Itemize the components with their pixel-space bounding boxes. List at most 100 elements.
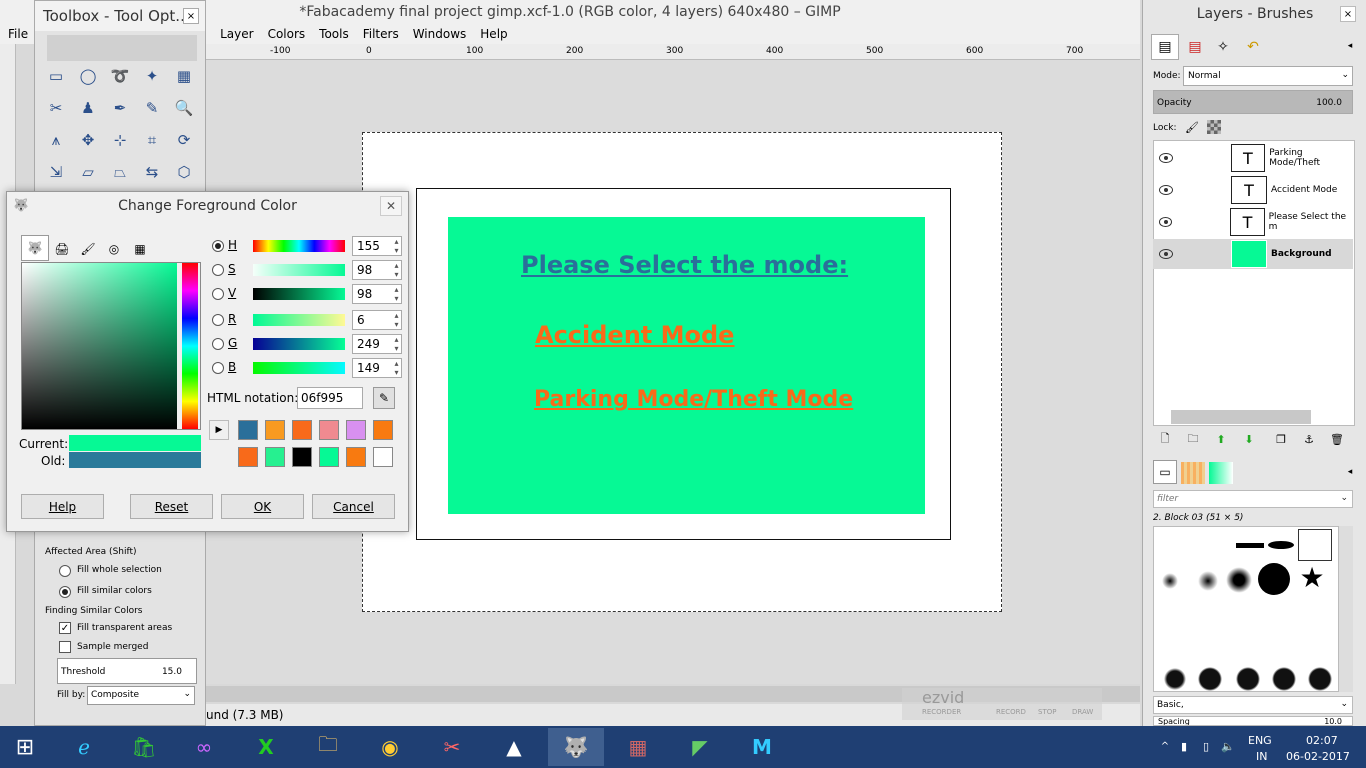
close-icon[interactable]: ×: [183, 8, 199, 24]
gradients-tab-icon[interactable]: [1209, 462, 1233, 484]
new-group-icon[interactable]: 🗀: [1185, 432, 1201, 446]
app-infinity-icon[interactable]: ∞: [176, 728, 232, 766]
fill-transparent-checkbox[interactable]: ✓: [59, 622, 71, 634]
panel-menu-icon[interactable]: ◂: [1344, 40, 1356, 52]
menu-colors[interactable]: Colors: [268, 27, 306, 41]
layers-tab-icon[interactable]: ▤: [1151, 34, 1179, 60]
layer-row[interactable]: T Please Select the m: [1153, 207, 1353, 237]
brushes-tab-icon[interactable]: ▭: [1153, 460, 1177, 484]
brush-selected-icon[interactable]: [1298, 529, 1332, 561]
history-swatch[interactable]: [265, 447, 285, 467]
rect-select-icon[interactable]: ▭: [43, 63, 69, 89]
watercolor-tab-icon[interactable]: 🖌: [75, 237, 101, 261]
eye-icon[interactable]: [1159, 185, 1173, 195]
brush-texture-row[interactable]: [1160, 667, 1332, 691]
sample-merged-checkbox[interactable]: [59, 641, 71, 653]
g-slider[interactable]: [253, 338, 345, 350]
brush-fuzzy-icon[interactable]: [1162, 573, 1178, 589]
horizontal-ruler[interactable]: -100 0 100 200 300 400 500 600 700: [206, 44, 1140, 60]
measure-icon[interactable]: ⩚: [43, 127, 69, 153]
delete-layer-icon[interactable]: 🗑: [1329, 432, 1345, 446]
language-indicator[interactable]: ENG: [1248, 734, 1272, 747]
menu-windows[interactable]: Windows: [413, 27, 467, 41]
menu-tools[interactable]: Tools: [319, 27, 349, 41]
v-slider[interactable]: [253, 288, 345, 300]
color-select-icon[interactable]: ▦: [171, 63, 197, 89]
tray-arrow-icon[interactable]: ^: [1158, 738, 1172, 754]
html-notation-input[interactable]: [297, 387, 363, 409]
network-icon[interactable]: ▮: [1176, 738, 1192, 754]
eye-icon[interactable]: [1159, 153, 1173, 163]
brush-fuzzy-icon[interactable]: [1226, 567, 1252, 593]
layer-row-selected[interactable]: Background: [1153, 239, 1353, 269]
panel-menu-icon[interactable]: ◂: [1344, 466, 1356, 478]
brush-filter-input[interactable]: filter ⌄: [1153, 490, 1353, 508]
store-icon[interactable]: 🛍: [116, 728, 172, 766]
new-layer-icon[interactable]: 🗋: [1157, 432, 1173, 446]
history-swatch[interactable]: [373, 420, 393, 440]
close-icon[interactable]: ×: [1340, 6, 1356, 22]
spacing-slider[interactable]: Spacing 10.0: [1153, 716, 1353, 726]
b-slider[interactable]: [253, 362, 345, 374]
flip-icon[interactable]: ⇆: [139, 159, 165, 185]
anchor-icon[interactable]: ⚓: [1301, 432, 1317, 446]
cancel-button[interactable]: Cancel: [312, 494, 395, 519]
internet-explorer-icon[interactable]: ℯ: [56, 728, 112, 766]
history-swatch[interactable]: [373, 447, 393, 467]
excel-icon[interactable]: X: [238, 728, 294, 766]
history-arrow-icon[interactable]: ▶: [209, 420, 229, 440]
file-explorer-icon[interactable]: 🗀: [300, 728, 356, 766]
menu-filters[interactable]: Filters: [363, 27, 399, 41]
s-slider[interactable]: [253, 264, 345, 276]
r-slider[interactable]: [253, 314, 345, 326]
eye-icon[interactable]: [1159, 217, 1173, 227]
history-swatch[interactable]: [346, 420, 366, 440]
brush-circle-icon[interactable]: [1258, 563, 1290, 595]
lock-pixels-icon[interactable]: 🖌: [1185, 120, 1199, 134]
fuzzy-select-icon[interactable]: ✦: [139, 63, 165, 89]
undo-tab-icon[interactable]: ↶: [1239, 34, 1267, 60]
eyedropper-icon[interactable]: ✎: [373, 387, 395, 409]
fill-by-select[interactable]: Composite ⌄: [87, 686, 195, 705]
lasso-icon[interactable]: ➰: [107, 63, 133, 89]
paths-tab-icon[interactable]: ✧: [1209, 34, 1237, 60]
winrar-icon[interactable]: ▦: [610, 728, 666, 766]
history-swatch[interactable]: [346, 447, 366, 467]
history-swatch[interactable]: [238, 447, 258, 467]
sketchup-icon[interactable]: ◤: [672, 728, 728, 766]
lower-layer-icon[interactable]: ⬇: [1241, 432, 1257, 446]
fill-whole-radio[interactable]: [59, 565, 71, 577]
v-spin[interactable]: 98: [352, 284, 402, 304]
menu-layer[interactable]: Layer: [220, 27, 253, 41]
v-radio[interactable]: [212, 288, 224, 300]
close-icon[interactable]: ✕: [380, 196, 402, 216]
h-spin[interactable]: 155: [352, 236, 402, 256]
s-radio[interactable]: [212, 264, 224, 276]
help-button[interactable]: Help: [21, 494, 104, 519]
zoom-icon[interactable]: 🔍: [171, 95, 197, 121]
raise-layer-icon[interactable]: ⬆: [1213, 432, 1229, 446]
gimp-taskbar-icon[interactable]: 🐺: [548, 728, 604, 766]
inkscape-icon[interactable]: ▲: [486, 728, 542, 766]
layers-hscrollbar[interactable]: [1171, 410, 1311, 424]
windows-start-icon[interactable]: ⊞: [0, 728, 50, 766]
brush-star-icon[interactable]: ★: [1294, 559, 1330, 595]
reset-button[interactable]: Reset: [130, 494, 213, 519]
chrome-icon[interactable]: ◉: [362, 728, 418, 766]
brush-grid[interactable]: ★: [1153, 526, 1339, 692]
h-slider[interactable]: [253, 240, 345, 252]
volume-icon[interactable]: 🔈: [1220, 738, 1236, 754]
layer-row[interactable]: T Accident Mode: [1153, 175, 1353, 205]
scale-icon[interactable]: ⇲: [43, 159, 69, 185]
clock-time[interactable]: 02:07: [1306, 734, 1338, 747]
brush-block-icon[interactable]: [1236, 543, 1264, 548]
cmyk-selector-tab-icon[interactable]: 🖨: [49, 237, 75, 261]
clock-date[interactable]: 06-02-2017: [1286, 750, 1350, 763]
history-swatch[interactable]: [292, 420, 312, 440]
r-radio[interactable]: [212, 314, 224, 326]
lock-alpha-icon[interactable]: [1207, 120, 1221, 134]
b-radio[interactable]: [212, 362, 224, 374]
threshold-slider[interactable]: Threshold 15.0: [57, 658, 197, 684]
maya-icon[interactable]: M: [734, 728, 790, 766]
image-frame[interactable]: Please Select the mode: Accident Mode Pa…: [416, 188, 951, 540]
